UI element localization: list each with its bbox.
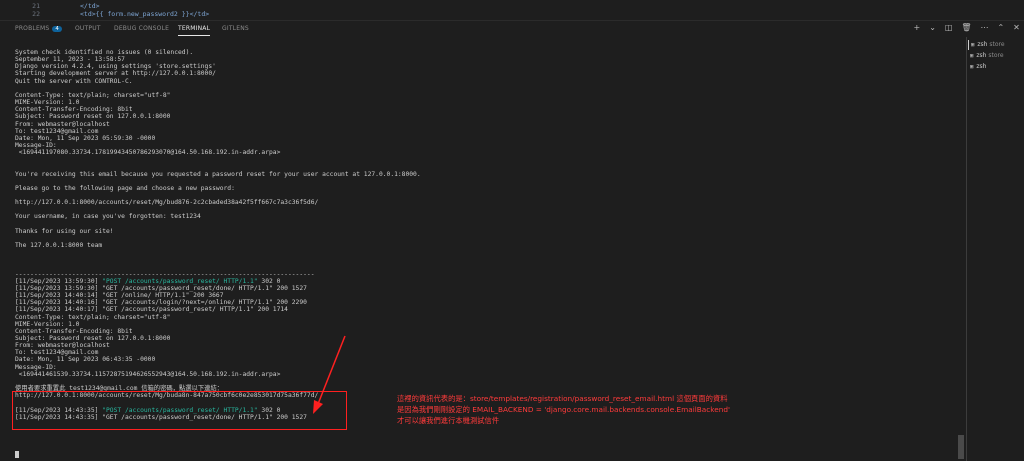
close-icon[interactable]: ✕ [1013, 23, 1020, 32]
terminal-icon: ▣ [970, 53, 974, 59]
trash-icon[interactable]: 🗑 [961, 23, 971, 32]
split-icon[interactable]: ◫ [945, 23, 953, 32]
terminal-line: Django version 4.2.4, using settings 'st… [15, 63, 216, 71]
terminal-line: Message-ID: [15, 363, 57, 371]
terminal-line: Starting development server at http://12… [15, 70, 216, 78]
terminal-line: To: test1234@gmail.com [15, 349, 99, 357]
terminal-line: <169441461539.33734.11572875194626552943… [15, 370, 281, 378]
terminal-list: ▣ zsh store ▣ zsh store ▣ zsh [966, 37, 1024, 461]
terminal-item-cwd: store [989, 41, 1005, 48]
tab-label: DEBUG CONSOLE [114, 25, 170, 32]
panel-toolbar: + ⌄ ◫ 🗑 ⋯ ⌃ ✕ [908, 23, 1020, 32]
terminal-line: http://127.0.0.1:8000/accounts/reset/Mg/… [15, 199, 319, 207]
terminal-line: [11/Sep/2023 14:40:16] "GET /accounts/lo… [15, 299, 307, 307]
terminal-line: Content-Type: text/plain; charset="utf-8… [15, 313, 171, 321]
plus-icon[interactable]: + [914, 23, 921, 32]
tab-label: GITLENS [222, 25, 249, 32]
terminal-line: Quit the server with CONTROL-C. [15, 77, 133, 85]
ellipsis-icon[interactable]: ⋯ [980, 23, 988, 32]
terminal-line: Content-Type: text/plain; charset="utf-8… [15, 91, 171, 99]
tab-label: PROBLEMS [15, 25, 50, 32]
terminal-item[interactable]: ▣ zsh store [970, 51, 1004, 61]
terminal-line: [11/Sep/2023 14:40:14] "GET /online/ HTT… [15, 292, 224, 300]
terminal-line: <169441197080.33734.17819943450786293070… [15, 149, 281, 157]
terminal-line: Your username, in case you've forgotten:… [15, 213, 201, 221]
terminal-cursor [15, 451, 19, 458]
terminal-line: From: webmaster@localhost [15, 342, 110, 350]
tab-output[interactable]: OUTPUT [75, 25, 101, 32]
annotation-text: 才可以讓我們進行本機測試信件 [397, 416, 500, 425]
editor-area: 21 </td> 22 <td>{{ form.new_password2 }}… [0, 0, 1024, 20]
code-line[interactable]: </td> [80, 2, 100, 10]
terminal-line: Subject: Password reset on 127.0.0.1:800… [15, 113, 171, 121]
problems-count-badge: 4 [52, 26, 63, 32]
terminal-item[interactable]: ▣ zsh store [968, 40, 1005, 50]
terminal-line: September 11, 2023 - 13:58:57 [15, 56, 125, 64]
terminal-line: You're receiving this email because you … [15, 170, 421, 178]
panel-tab-bar: PROBLEMS 4 OUTPUT DEBUG CONSOLE TERMINAL … [0, 20, 1024, 37]
highlight-box [12, 391, 347, 430]
tab-problems[interactable]: PROBLEMS 4 [15, 25, 63, 32]
maximize-icon[interactable]: ⌃ [997, 23, 1004, 32]
terminal-line: MIME-Version: 1.0 [15, 99, 80, 107]
terminal-line: Message-ID: [15, 141, 57, 149]
terminal-item-label: zsh [976, 52, 987, 59]
terminal-line: Date: Mon, 11 Sep 2023 06:43:35 -0000 [15, 356, 156, 364]
chevron-down-icon[interactable]: ⌄ [929, 23, 936, 32]
terminal-line: The 127.0.0.1:8000 team [15, 242, 103, 250]
terminal-item-label: zsh [977, 41, 988, 48]
tab-gitlens[interactable]: GITLENS [222, 25, 249, 32]
line-number: 22 [32, 10, 40, 18]
terminal-line: Date: Mon, 11 Sep 2023 05:59:30 -0000 [15, 134, 156, 142]
line-number: 21 [32, 2, 40, 10]
tab-debug-console[interactable]: DEBUG CONSOLE [114, 25, 169, 32]
annotation-arrow [313, 335, 346, 414]
terminal-line: System check identified no issues (0 sil… [15, 49, 194, 56]
terminal-line: To: test1234@gmail.com [15, 127, 99, 135]
annotation-text: 是因為我們剛剛設定的 EMAIL_BACKEND = 'django.core.… [397, 405, 730, 414]
code-line[interactable]: <td>{{ form.new_password2 }}</td> [80, 10, 209, 18]
terminal-line: Content-Transfer-Encoding: 8bit [15, 327, 133, 335]
terminal-icon: ▣ [971, 42, 975, 48]
scrollbar[interactable] [958, 435, 964, 459]
annotation-text: 這裡的資訊代表的是：store/templates/registration/p… [397, 394, 728, 403]
terminal-icon: ▣ [970, 64, 974, 70]
terminal-item-label: zsh [976, 63, 987, 70]
terminal-item-cwd: store [988, 52, 1004, 59]
terminal-line: Thanks for using our site! [15, 227, 114, 235]
terminal-line: [11/Sep/2023 14:40:17] "GET /accounts/pa… [15, 306, 288, 314]
tab-terminal[interactable]: TERMINAL [178, 25, 211, 36]
terminal-line: [11/Sep/2023 13:59:30] "GET /accounts/pa… [15, 284, 307, 292]
terminal-item[interactable]: ▣ zsh [970, 62, 986, 72]
terminal-line: From: webmaster@localhost [15, 120, 110, 128]
terminal-line: Subject: Password reset on 127.0.0.1:800… [15, 335, 171, 342]
terminal-line: ----------------------------------------… [15, 270, 315, 278]
terminal-line: MIME-Version: 1.0 [15, 320, 80, 328]
tab-label: OUTPUT [75, 25, 101, 32]
terminal-line: Please go to the following page and choo… [15, 184, 235, 192]
tab-label: TERMINAL [178, 25, 211, 32]
terminal-line: [11/Sep/2023 13:59:30] "POST /accounts/p… [15, 277, 281, 285]
terminal-line: Content-Transfer-Encoding: 8bit [15, 106, 133, 114]
